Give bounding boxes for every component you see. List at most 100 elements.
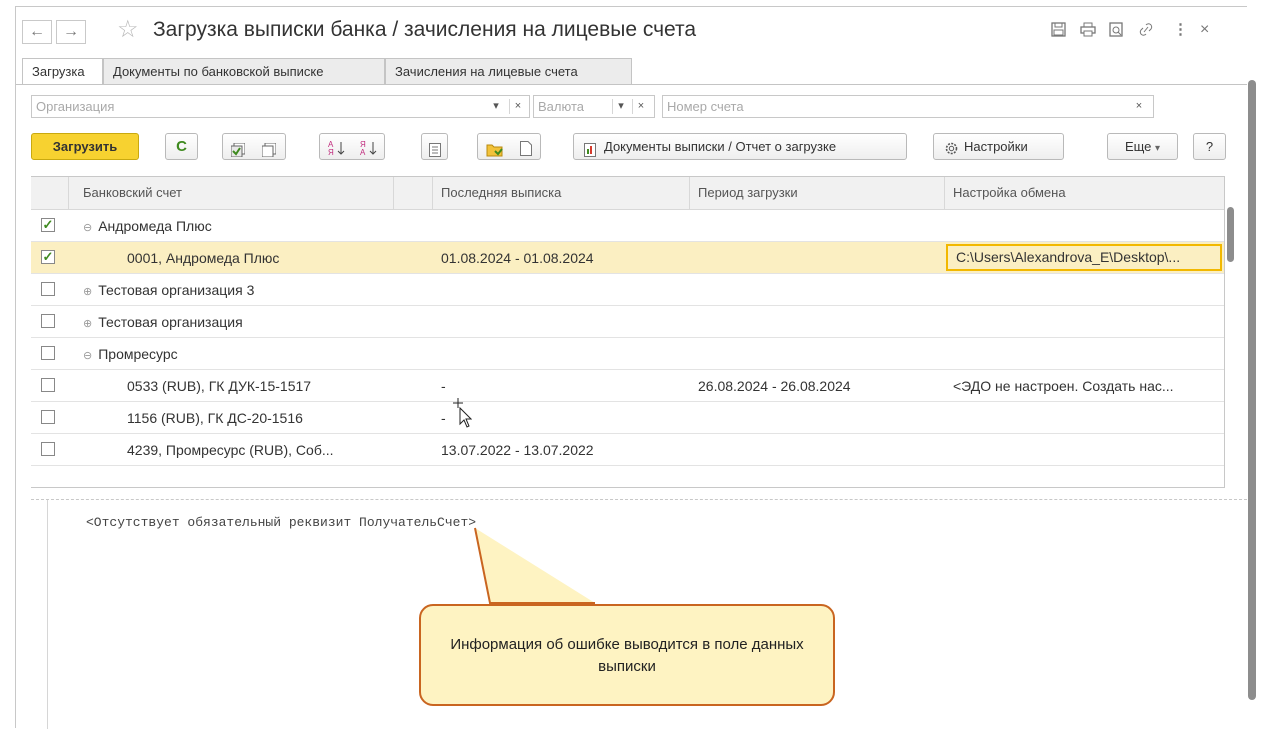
open-folder-icon[interactable] — [486, 140, 504, 165]
bank-account-cell: ⊕ Тестовая организация 3 — [83, 282, 254, 298]
bank-account-label: 4239, Промресурс (RUB), Соб... — [127, 442, 334, 458]
table-row[interactable]: ⊖ Промресурс — [31, 338, 1224, 370]
bank-account-label: Андромеда Плюс — [98, 218, 212, 234]
close-icon[interactable]: × — [1200, 22, 1209, 38]
column-exchange-setting[interactable]: Настройка обмена — [953, 185, 1066, 200]
bank-account-label: Тестовая организация — [98, 314, 243, 330]
sort-group: АЯ ЯА — [319, 133, 385, 160]
bank-account-cell: 0533 (RUB), ГК ДУК-15-1517 — [127, 378, 311, 394]
bank-account-label: 0533 (RUB), ГК ДУК-15-1517 — [127, 378, 312, 394]
table-row[interactable]: 0533 (RUB), ГК ДУК-15-1517 - 26.08.2024 - … — [31, 370, 1224, 402]
row-checkbox[interactable] — [41, 410, 55, 424]
exchange-setting-cell[interactable]: C:\Users\Alexandrova_E\Desktop\... — [946, 244, 1222, 271]
row-checkbox[interactable]: ✓ — [41, 218, 55, 232]
tab-load[interactable]: Загрузка — [22, 58, 103, 85]
column-bank-account[interactable]: Банковский счет — [83, 185, 182, 200]
callout-pointer — [474, 527, 595, 604]
table-scrollbar[interactable] — [1225, 177, 1235, 485]
bank-account-cell: 1156 (RUB), ГК ДС-20-1516 — [127, 410, 303, 426]
last-statement-cell: 13.07.2022 - 13.07.2022 — [441, 442, 594, 458]
svg-text:А: А — [360, 148, 366, 156]
check-uncheck-group — [222, 133, 286, 160]
table-header: Банковский счет Последняя выписка Период… — [31, 177, 1224, 210]
save-icon[interactable] — [1051, 22, 1066, 41]
settings-button[interactable]: Настройки — [933, 133, 1064, 160]
row-checkbox[interactable] — [41, 314, 55, 328]
column-load-period[interactable]: Период загрузки — [698, 185, 798, 200]
data-gutter — [47, 500, 48, 729]
last-statement-cell: - — [441, 378, 446, 394]
documents-report-button[interactable]: Документы выписки / Отчет о загрузке — [573, 133, 907, 160]
bank-account-label: Промресурс — [98, 346, 178, 362]
refresh-button[interactable]: C — [165, 133, 198, 160]
file-group — [477, 133, 541, 160]
favorite-star-icon[interactable]: ☆ — [117, 18, 139, 42]
dropdown-arrow-icon[interactable]: ▾ — [488, 99, 504, 114]
collapse-icon[interactable]: ⊖ — [83, 222, 92, 234]
bank-account-cell: ⊕ Тестовая организация — [83, 314, 243, 330]
table-scrollbar-thumb[interactable] — [1227, 207, 1234, 262]
print-icon[interactable] — [1080, 22, 1096, 41]
bank-account-label: 0001, Андромеда Плюс — [127, 250, 280, 266]
back-icon: ← — [29, 23, 45, 40]
account-number-field[interactable]: Номер счета × — [662, 95, 1154, 118]
more-icon[interactable]: ⋮ — [1173, 22, 1188, 38]
bank-account-cell: ⊖ Андромеда Плюс — [83, 218, 212, 234]
collapse-icon[interactable]: ⊖ — [83, 350, 92, 362]
tab-personal-accounts[interactable]: Зачисления на лицевые счета — [385, 58, 632, 85]
tab-divider — [16, 84, 1247, 85]
dropdown-arrow-icon[interactable]: ▾ — [612, 99, 629, 114]
bank-accounts-table: Банковский счет Последняя выписка Период… — [31, 176, 1225, 488]
account-number-placeholder: Номер счета — [667, 99, 744, 114]
refresh-icon: C — [176, 138, 187, 155]
load-button[interactable]: Загрузить — [31, 133, 139, 160]
last-statement-cell: - — [441, 410, 446, 426]
gear-icon — [944, 139, 959, 164]
expand-icon[interactable]: ⊕ — [83, 318, 92, 330]
table-row[interactable]: ⊕ Тестовая организация — [31, 306, 1224, 338]
row-checkbox[interactable] — [41, 346, 55, 360]
page-scrollbar-thumb[interactable] — [1248, 80, 1256, 700]
sort-descending-icon[interactable]: ЯА — [360, 139, 378, 164]
organization-field[interactable]: Организация ▾ × — [31, 95, 530, 118]
forward-icon: → — [63, 23, 79, 40]
clear-icon[interactable]: × — [1131, 99, 1147, 114]
row-checkbox[interactable] — [41, 442, 55, 456]
preview-icon[interactable] — [1109, 22, 1124, 41]
table-row[interactable]: ⊕ Тестовая организация 3 — [31, 274, 1224, 306]
check-all-icon[interactable] — [230, 140, 246, 165]
row-checkbox[interactable] — [41, 378, 55, 392]
forward-button[interactable]: → — [56, 20, 86, 44]
help-button[interactable]: ? — [1193, 133, 1226, 160]
table-row[interactable]: ✓ ⊖ Андромеда Плюс — [31, 210, 1224, 242]
statement-data-text: <Отсутствует обязательный реквизит Получ… — [86, 515, 477, 530]
more-label: Еще — [1124, 139, 1152, 154]
uncheck-all-icon[interactable] — [261, 140, 277, 165]
back-button[interactable]: ← — [22, 20, 52, 44]
callout-text: Информация об ошибке выводится в поле да… — [450, 636, 804, 675]
organization-placeholder: Организация — [36, 99, 115, 114]
table-row[interactable]: ✓ 0001, Андромеда Плюс 01.08.2024 - 01.08.… — [31, 242, 1224, 274]
row-checkbox[interactable]: ✓ — [41, 250, 55, 264]
sort-ascending-icon[interactable]: АЯ — [328, 139, 346, 164]
clear-icon[interactable]: × — [509, 99, 526, 114]
tab-bank-documents[interactable]: Документы по банковской выписке — [103, 58, 385, 85]
bank-account-cell: 0001, Андромеда Плюс — [127, 250, 279, 266]
table-row[interactable]: 1156 (RUB), ГК ДС-20-1516 - — [31, 402, 1224, 434]
column-last-statement[interactable]: Последняя выписка — [441, 185, 561, 200]
link-icon[interactable] — [1138, 22, 1154, 41]
more-button[interactable]: Еще ▾ — [1107, 133, 1178, 160]
bank-account-label: Тестовая организация 3 — [98, 282, 255, 298]
page-scrollbar[interactable] — [1247, 70, 1257, 727]
table-row[interactable]: 4239, Промресурс (RUB), Соб... 13.07.2022… — [31, 434, 1224, 466]
clear-icon[interactable]: × — [632, 99, 649, 114]
list-button[interactable] — [421, 133, 448, 160]
callout-box: Информация об ошибке выводится в поле да… — [419, 604, 835, 706]
expand-icon[interactable]: ⊕ — [83, 286, 92, 298]
new-file-icon[interactable] — [520, 139, 532, 164]
documents-report-label: Документы выписки / Отчет о загрузке — [604, 139, 837, 154]
row-checkbox[interactable] — [41, 282, 55, 296]
title-bar: ← → ☆ Загрузка выписки банка / зачислени… — [16, 7, 1247, 51]
settings-label: Настройки — [964, 139, 1028, 154]
currency-field[interactable]: Валюта ▾ × — [533, 95, 655, 118]
